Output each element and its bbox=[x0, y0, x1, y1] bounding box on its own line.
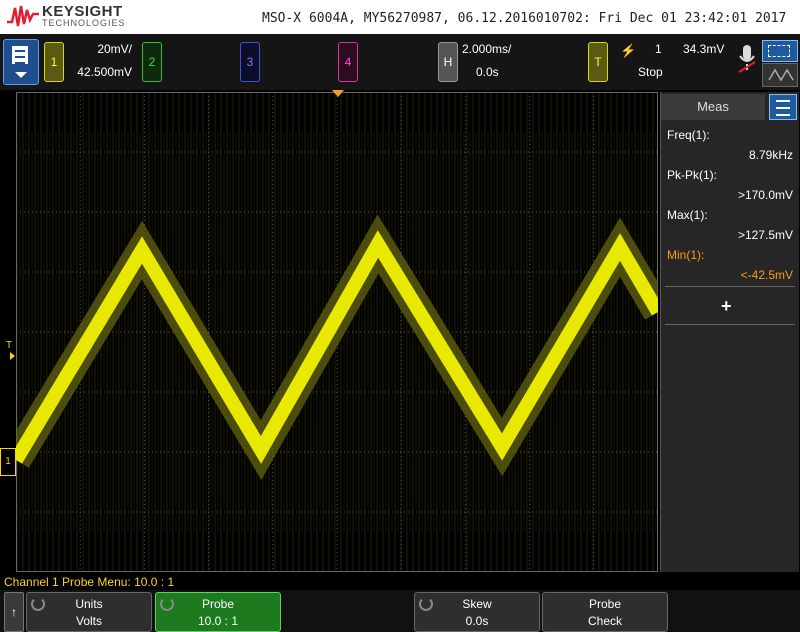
keysight-logo-icon bbox=[7, 5, 39, 27]
acquisition-status: Stop bbox=[638, 65, 663, 79]
zoom-select-button[interactable] bbox=[762, 40, 798, 62]
trigger-button[interactable]: T bbox=[588, 42, 608, 82]
zoom-icon bbox=[768, 68, 794, 82]
units-softkey-value: Volts bbox=[75, 614, 102, 628]
channel-2-button[interactable]: 2 bbox=[142, 42, 162, 82]
trigger-level: 34.3mV bbox=[683, 42, 725, 56]
meas-value-min: <-42.5mV bbox=[740, 268, 793, 282]
probe-check-softkey-title: Probe bbox=[588, 597, 622, 611]
back-button[interactable]: ↑ bbox=[4, 592, 24, 632]
selection-box-icon bbox=[768, 45, 790, 57]
brand-subtitle: TECHNOLOGIES bbox=[42, 18, 126, 28]
meas-label-pkpk: Pk-Pk(1): bbox=[667, 168, 718, 182]
channel-1-offset: 42.500mV bbox=[77, 65, 132, 79]
chevron-down-icon bbox=[15, 72, 27, 78]
meas-label-max: Max(1): bbox=[667, 208, 708, 222]
probe-softkey-title: Probe bbox=[201, 597, 235, 611]
channel-1-ground-marker[interactable]: 1 bbox=[0, 448, 16, 476]
menu-icon bbox=[12, 46, 28, 64]
microphone-icon[interactable] bbox=[738, 44, 756, 74]
probe-check-softkey-value: Check bbox=[587, 614, 622, 628]
tab-meas[interactable]: Meas bbox=[661, 94, 765, 120]
trigger-level-marker: T bbox=[6, 340, 13, 351]
waveform-display[interactable] bbox=[3, 92, 671, 572]
skew-softkey[interactable]: Skew 0.0s bbox=[414, 592, 540, 632]
channel-1-button[interactable]: 1 bbox=[44, 42, 64, 82]
probe-softkey[interactable]: Probe 10.0 : 1 bbox=[155, 592, 281, 632]
units-softkey[interactable]: Units Volts bbox=[26, 592, 152, 632]
divider bbox=[665, 286, 795, 287]
skew-softkey-title: Skew bbox=[462, 597, 492, 611]
meas-value-freq: 8.79kHz bbox=[748, 148, 793, 162]
delay-value: 0.0s bbox=[476, 65, 499, 79]
horizontal-button[interactable]: H bbox=[438, 42, 458, 82]
meas-value-pkpk: >170.0mV bbox=[737, 188, 793, 202]
title-bar: KEYSIGHT TECHNOLOGIES MSO-X 6004A, MY562… bbox=[0, 0, 800, 34]
control-bar: 1 20mV/ 42.500mV 2 3 4 H 2.000ms/ 0.0s T… bbox=[0, 34, 800, 90]
divider bbox=[665, 324, 795, 325]
meas-value-max: >127.5mV bbox=[737, 228, 793, 242]
trigger-position-marker bbox=[332, 90, 344, 97]
meas-label-min: Min(1): bbox=[667, 248, 705, 262]
status-message: Channel 1 Probe Menu: 10.0 : 1 bbox=[4, 575, 175, 589]
waveform-graticule bbox=[3, 92, 671, 572]
timebase-value: 2.000ms/ bbox=[462, 42, 512, 56]
channel-3-button[interactable]: 3 bbox=[240, 42, 260, 82]
zoom-mode-button[interactable] bbox=[762, 63, 798, 87]
units-softkey-title: Units bbox=[75, 597, 103, 611]
skew-softkey-value: 0.0s bbox=[465, 614, 489, 628]
meas-label-freq: Freq(1): bbox=[667, 128, 710, 142]
probe-softkey-value: 10.0 : 1 bbox=[197, 614, 239, 628]
trigger-edge-icon: ⚡ bbox=[620, 43, 637, 58]
instrument-info: MSO-X 6004A, MY56270987, 06.12.201601070… bbox=[262, 11, 787, 26]
channel-4-button[interactable]: 4 bbox=[338, 42, 358, 82]
channel-1-scale: 20mV/ bbox=[97, 42, 132, 56]
panel-menu-button[interactable] bbox=[769, 94, 797, 120]
trigger-level-arrow-icon bbox=[10, 352, 15, 360]
main-menu-button[interactable] bbox=[3, 39, 39, 85]
measurements-panel: Meas Freq(1): 8.79kHz Pk-Pk(1): >170.0mV… bbox=[660, 92, 799, 572]
probe-check-softkey[interactable]: Probe Check bbox=[542, 592, 668, 632]
add-measurement-button[interactable]: + bbox=[721, 296, 732, 317]
trigger-source: 1 bbox=[655, 42, 662, 56]
